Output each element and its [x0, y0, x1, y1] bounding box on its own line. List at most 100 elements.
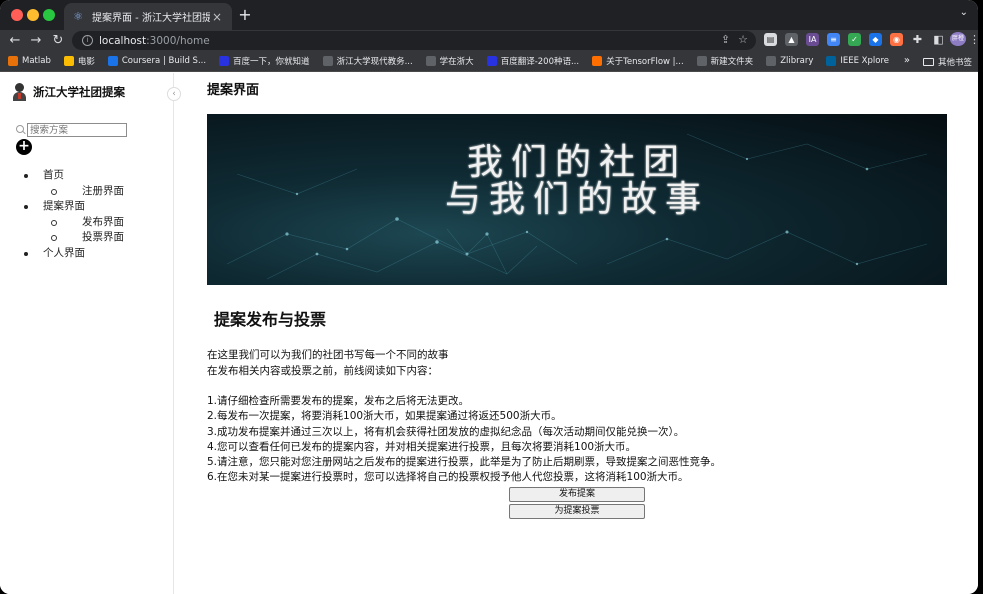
bookmark-item[interactable]: IEEE Xplore — [826, 56, 889, 66]
nav-item-vote[interactable]: 投票界面 — [24, 230, 124, 246]
bookmark-label: 百度翻译-200种语... — [500, 57, 580, 67]
browser-window: ⚛ 提案界面 - 浙江大学社团提案 × + ⌄ ← → ↻ i localhos… — [0, 0, 978, 594]
bookmark-label: 浙江大学现代教务... — [336, 57, 413, 67]
site-info-icon[interactable]: i — [82, 35, 93, 46]
rules-list: 1.请仔细检查所需要发布的提案，发布之后将无法更改。 2.每发布一次提案，将要消… — [207, 394, 721, 486]
ia-extension-icon[interactable]: IA — [806, 33, 819, 46]
bookmark-favicon-icon — [696, 56, 707, 66]
nav-item-home[interactable]: 首页 — [24, 168, 124, 184]
banner-line-1: 我们的社团 — [466, 142, 687, 183]
bookmark-item[interactable]: 新建文件夹 — [696, 55, 754, 67]
bookmark-favicon-icon — [486, 56, 497, 66]
bookmark-label: 学在浙大 — [439, 57, 474, 67]
bookmark-favicon-icon — [826, 56, 837, 66]
collapse-sidebar-button[interactable]: ‹ — [167, 87, 181, 101]
search-input[interactable] — [27, 123, 127, 137]
sidebar: 浙江大学社团提案 ‹ + 首页 注册界面 提案界面 发布界面 投票界面 个人界面 — [0, 73, 181, 594]
nav-item-register[interactable]: 注册界面 — [24, 184, 124, 200]
other-bookmarks-label: 其他书签 — [937, 58, 972, 68]
bookmark-item[interactable]: 关于TensorFlow |... — [592, 55, 684, 67]
close-tab-icon[interactable]: × — [210, 10, 224, 24]
drive-icon[interactable]: ▲ — [785, 33, 798, 46]
reading-list-icon[interactable]: ▤ — [764, 33, 777, 46]
tab-title: 提案界面 - 浙江大学社团提案 — [92, 13, 210, 24]
bookmark-item[interactable]: 电影 — [63, 55, 95, 67]
intro-text: 在这里我们可以为我们的社团书写每一个不同的故事 在发布相关内容或投票之前，前线阅… — [207, 348, 449, 379]
app-page: 浙江大学社团提案 ‹ + 首页 注册界面 提案界面 发布界面 投票界面 个人界面… — [0, 73, 978, 594]
bookmark-label: 新建文件夹 — [710, 57, 754, 67]
back-arrow-icon[interactable]: ← — [6, 32, 24, 49]
intro-line-1: 在这里我们可以为我们的社团书写每一个不同的故事 — [207, 349, 449, 361]
bookmark-favicon-icon — [63, 56, 74, 66]
page-title: 提案界面 — [207, 83, 260, 98]
puzzle-extensions-icon[interactable]: ✚ — [911, 33, 924, 46]
bookmark-item[interactable]: 百度翻译-200种语... — [486, 55, 580, 67]
nav-item-proposals[interactable]: 提案界面 — [24, 199, 124, 215]
address-bar[interactable]: i localhost:3000/home ⇪ ☆ — [72, 31, 756, 50]
bookmark-item[interactable]: Zlibrary — [766, 56, 813, 66]
bookmark-item[interactable]: 浙江大学现代教务... — [322, 55, 413, 67]
rule-item: 2.每发布一次提案，将要消耗100浙大币，如果提案通过将返还500浙大币。 — [207, 410, 562, 423]
rule-item: 6.在您未对某一提案进行投票时，您可以选择将自己的投票权授予他人代您投票，这将消… — [207, 471, 689, 484]
react-icon: ⚛ — [73, 9, 83, 23]
tab-strip: ⚛ 提案界面 - 浙江大学社团提案 × + ⌄ — [0, 0, 978, 30]
banner-text: 我们的社团 与我们的故事 — [207, 144, 947, 218]
side-panel-icon[interactable]: ◧ — [932, 33, 945, 46]
active-tab[interactable]: ⚛ 提案界面 - 浙江大学社团提案 × — [64, 3, 232, 30]
bookmarks-overflow-button[interactable]: » — [904, 55, 910, 66]
bookmark-star-icon[interactable]: ☆ — [738, 33, 748, 46]
brand-title: 浙江大学社团提案 — [33, 85, 125, 99]
forward-arrow-icon[interactable]: → — [27, 32, 45, 49]
search-bar — [16, 123, 127, 137]
bookmark-label: IEEE Xplore — [840, 56, 889, 66]
bookmark-item[interactable]: 学在浙大 — [425, 55, 474, 67]
sync-extension-icon[interactable]: ◆ — [869, 33, 882, 46]
intro-line-2: 在发布相关内容或投票之前，前线阅读如下内容： — [207, 364, 438, 377]
shield-icon[interactable]: ✓ — [848, 33, 861, 46]
bookmark-favicon-icon — [592, 56, 603, 66]
search-icon — [16, 125, 26, 135]
close-window-button[interactable] — [11, 9, 23, 21]
bookmark-label: 关于TensorFlow |... — [606, 57, 684, 67]
more-menu-icon[interactable]: ⋮ — [968, 33, 978, 46]
bookmark-favicon-icon — [219, 56, 230, 66]
bookmark-favicon-icon — [107, 56, 118, 66]
profile-avatar[interactable]: 胖橙 — [950, 32, 966, 46]
bookmark-item[interactable]: 百度一下，你就知道 — [219, 55, 310, 67]
publish-proposal-button[interactable]: 发布提案 — [509, 487, 645, 502]
rule-item: 1.请仔细检查所需要发布的提案，发布之后将无法更改。 — [207, 395, 470, 407]
fox-extension-icon[interactable]: ◉ — [890, 33, 903, 46]
rule-item: 4.您可以查看任何已发布的提案内容，并对相关提案进行投票，且每次将要消耗100浙… — [207, 440, 637, 453]
vote-proposal-button[interactable]: 为提案投票 — [509, 504, 645, 519]
bookmark-label: 百度一下，你就知道 — [233, 57, 310, 67]
banner-line-2: 与我们的故事 — [444, 179, 709, 220]
new-tab-button[interactable]: + — [236, 6, 254, 24]
bookmark-item[interactable]: Coursera | Build S... — [107, 56, 207, 66]
sidebar-nav: 首页 注册界面 提案界面 发布界面 投票界面 个人界面 — [24, 168, 124, 261]
menu-extension-icon[interactable]: ≡ — [827, 33, 840, 46]
other-bookmarks-folder[interactable]: 其他书签 — [922, 56, 972, 68]
banner-image: 我们的社团 与我们的故事 — [207, 114, 947, 285]
student-logo-icon — [12, 83, 28, 101]
section-heading: 提案发布与投票 — [214, 310, 327, 329]
tab-search-chevron-icon[interactable]: ⌄ — [960, 7, 968, 18]
rule-item: 5.请注意，您只能对您注册网站之后发布的提案进行投票，此举是为了防止后期刷票，导… — [207, 456, 722, 469]
bookmark-favicon-icon — [322, 56, 333, 66]
bookmarks-bar: Matlab 电影 Coursera | Build S... 百度一下，你就知道 浙江… — [0, 51, 978, 72]
bookmark-label: Coursera | Build S... — [121, 56, 207, 66]
rule-item: 3.成功发布提案并通过三次以上，将有机会获得社团发放的虚拟纪念品（每次活动期间仅… — [207, 425, 685, 438]
bookmark-favicon-icon — [8, 56, 18, 66]
nav-item-publish[interactable]: 发布界面 — [24, 215, 124, 231]
url-host: localhost — [99, 34, 147, 47]
add-proposal-button[interactable]: + — [16, 139, 32, 155]
nav-item-profile[interactable]: 个人界面 — [24, 246, 124, 262]
reload-icon[interactable]: ↻ — [49, 32, 67, 49]
bookmark-favicon-icon — [766, 56, 777, 66]
bookmark-label: Matlab — [22, 56, 51, 66]
share-icon[interactable]: ⇪ — [721, 33, 730, 46]
browser-toolbar: ← → ↻ i localhost:3000/home ⇪ ☆ ▤ ▲ IA ≡… — [0, 30, 978, 51]
bookmark-favicon-icon — [425, 56, 436, 66]
bookmark-item[interactable]: Matlab — [8, 56, 51, 66]
minimize-window-button[interactable] — [27, 9, 39, 21]
maximize-window-button[interactable] — [43, 9, 55, 21]
